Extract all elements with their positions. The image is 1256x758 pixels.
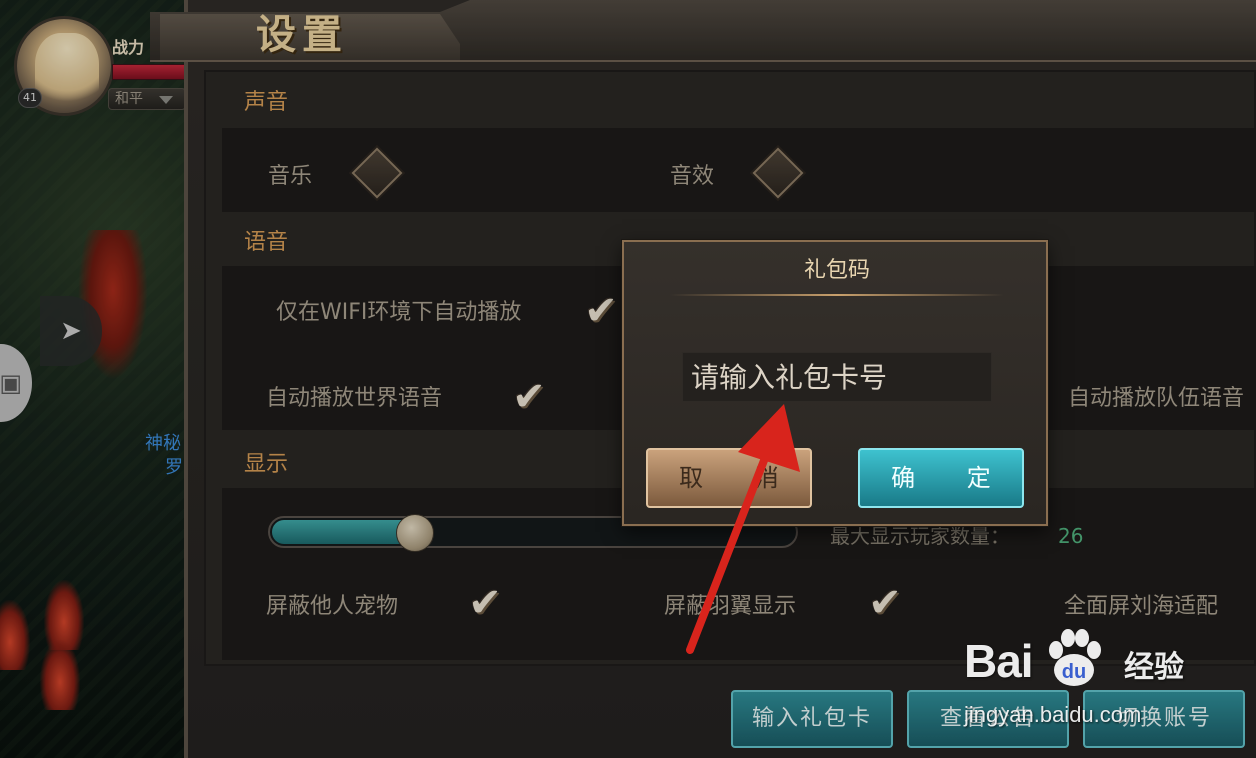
watermark-brand-tail: du (1062, 661, 1086, 683)
baidu-watermark: Bai du 经验 jingyan.baidu.com (964, 626, 1194, 736)
arrow-shaft (686, 436, 776, 654)
watermark-brand: Bai (964, 634, 1034, 688)
watermark-product: 经验 (1124, 650, 1184, 685)
arrow-head (738, 404, 800, 472)
watermark-brand-head: Bai (964, 635, 1034, 687)
watermark-url: jingyan.baidu.com (964, 702, 1142, 727)
paw-icon: du (1049, 629, 1101, 686)
